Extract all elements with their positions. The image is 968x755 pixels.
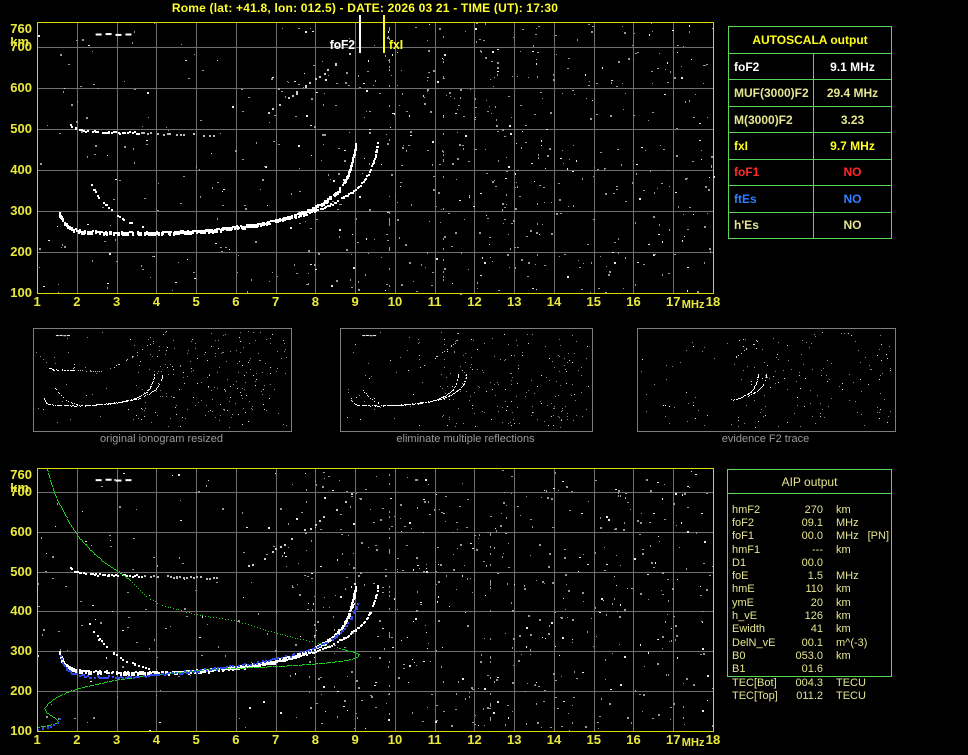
aip-row-fof1: foF100.0MHz[PN] bbox=[732, 530, 907, 543]
aip-val: 00.1 bbox=[790, 637, 823, 649]
aip-pn: [PN] bbox=[859, 530, 889, 542]
aip-unit: MHz bbox=[823, 530, 859, 542]
autoscala-param-value: NO bbox=[813, 213, 891, 238]
aip-val: 110 bbox=[790, 583, 823, 595]
aip-unit: MHz bbox=[823, 570, 859, 582]
aip-unit: MHz bbox=[823, 517, 859, 529]
aip-row-foe: foE1.5MHz bbox=[732, 569, 907, 582]
aip-val: 41 bbox=[790, 623, 823, 635]
aip-row-delnve: DelN_vE00.1m^(-3) bbox=[732, 636, 907, 649]
aip-val: 09.1 bbox=[790, 517, 823, 529]
aip-val: 01.6 bbox=[790, 663, 823, 675]
autoscala-param-label: M(3000)F2 bbox=[729, 107, 813, 132]
aip-unit: km bbox=[823, 544, 851, 556]
thumbnail-evidence-canvas bbox=[638, 329, 893, 429]
thumbnail-eliminate-canvas bbox=[341, 329, 590, 429]
autoscala-row-fxi: fxI9.7 MHz bbox=[729, 133, 891, 159]
aip-unit: km bbox=[823, 583, 851, 595]
autoscala-row-fof2: foF29.1 MHz bbox=[729, 54, 891, 80]
autoscala-output-table: AUTOSCALA output foF29.1 MHzMUF(3000)F22… bbox=[728, 26, 892, 239]
aip-row-hve: h_vE126km bbox=[732, 609, 907, 622]
autoscala-row-muf3000f2: MUF(3000)F229.4 MHz bbox=[729, 80, 891, 106]
aip-label: hmF1 bbox=[732, 544, 790, 556]
thumbnail-eliminate-reflections bbox=[340, 328, 593, 432]
autoscala-param-value: 9.7 MHz bbox=[813, 133, 891, 158]
aip-val: 20 bbox=[790, 597, 823, 609]
aip-unit: km bbox=[823, 597, 851, 609]
thumbnail-caption-original: original ionogram resized bbox=[33, 433, 290, 445]
aip-label: ymE bbox=[732, 597, 790, 609]
aip-label: h_vE bbox=[732, 610, 790, 622]
aip-label: hmF2 bbox=[732, 504, 790, 516]
aip-val: 1.5 bbox=[790, 570, 823, 582]
aip-label: Ewidth bbox=[732, 623, 790, 635]
autoscala-row-m3000f2: M(3000)F23.23 bbox=[729, 107, 891, 133]
autoscala-param-value: 29.4 MHz bbox=[813, 80, 891, 105]
aip-label: DelN_vE bbox=[732, 637, 790, 649]
aip-label: B0 bbox=[732, 650, 790, 662]
autoscala-param-value: NO bbox=[813, 186, 891, 211]
aip-unit: TECU bbox=[823, 677, 866, 689]
aip-label: TEC[Top] bbox=[732, 690, 790, 702]
autoscala-param-value: 9.1 MHz bbox=[813, 54, 891, 79]
aip-row-yme: ymE20km bbox=[732, 596, 907, 609]
aip-label: foE bbox=[732, 570, 790, 582]
aip-unit: TECU bbox=[823, 690, 866, 702]
autoscala-row-fof1: foF1NO bbox=[729, 160, 891, 186]
aip-unit: km bbox=[823, 623, 851, 635]
autoscala-param-label: foF1 bbox=[729, 160, 813, 185]
thumbnail-original-ionogram bbox=[33, 328, 292, 432]
autoscala-row-ftes: ftEsNO bbox=[729, 186, 891, 212]
aip-unit: km bbox=[823, 504, 851, 516]
aip-header-divider bbox=[727, 493, 892, 494]
aip-label: foF1 bbox=[732, 530, 790, 542]
autoscala-param-value: 3.23 bbox=[813, 107, 891, 132]
thumbnail-original-canvas bbox=[34, 329, 289, 429]
bottom-ionogram-plot bbox=[0, 455, 730, 755]
aip-val: --- bbox=[790, 544, 823, 556]
aip-row-hme: hmE110km bbox=[732, 583, 907, 596]
aip-val: 00.0 bbox=[790, 530, 823, 542]
thumbnail-caption-evidence: evidence F2 trace bbox=[637, 433, 894, 445]
top-ionogram-plot bbox=[0, 14, 730, 324]
autoscala-param-label: h'Es bbox=[729, 213, 813, 238]
autoscala-table-header: AUTOSCALA output bbox=[729, 27, 891, 54]
autoscala-param-label: MUF(3000)F2 bbox=[729, 80, 813, 105]
aip-row-tecbot: TEC[Bot]004.3TECU bbox=[732, 676, 907, 689]
autoscala-param-label: foF2 bbox=[729, 54, 813, 79]
aip-val: 126 bbox=[790, 610, 823, 622]
aip-label: D1 bbox=[732, 557, 790, 569]
aip-table-header: AIP output bbox=[727, 475, 892, 489]
aip-val: 270 bbox=[790, 504, 823, 516]
autoscala-app-window: Rome (lat: +41.8, lon: 012.5) - DATE: 20… bbox=[0, 0, 968, 755]
autoscala-row-hes: h'EsNO bbox=[729, 213, 891, 238]
aip-table-rows: hmF2270kmfoF209.1MHzfoF100.0MHz[PN]hmF1-… bbox=[732, 503, 907, 702]
aip-label: TEC[Bot] bbox=[732, 677, 790, 689]
thumbnail-evidence-f2 bbox=[637, 328, 896, 432]
autoscala-param-label: fxI bbox=[729, 133, 813, 158]
aip-row-b1: B101.6 bbox=[732, 663, 907, 676]
thumbnail-caption-eliminate: eliminate multiple reflections bbox=[340, 433, 591, 445]
aip-row-d1: D100.0 bbox=[732, 556, 907, 569]
aip-label: hmE bbox=[732, 583, 790, 595]
aip-val: 053.0 bbox=[790, 650, 823, 662]
aip-val: 00.0 bbox=[790, 557, 823, 569]
aip-row-tectop: TEC[Top]011.2TECU bbox=[732, 689, 907, 702]
aip-unit: km bbox=[823, 610, 851, 622]
aip-label: foF2 bbox=[732, 517, 790, 529]
aip-unit: m^(-3) bbox=[823, 637, 867, 649]
aip-val: 004.3 bbox=[790, 677, 823, 689]
aip-row-fof2: foF209.1MHz bbox=[732, 516, 907, 529]
aip-row-hmf2: hmF2270km bbox=[732, 503, 907, 516]
autoscala-param-label: ftEs bbox=[729, 186, 813, 211]
aip-unit: km bbox=[823, 650, 851, 662]
aip-row-hmf1: hmF1---km bbox=[732, 543, 907, 556]
aip-row-b0: B0053.0km bbox=[732, 649, 907, 662]
autoscala-param-value: NO bbox=[813, 160, 891, 185]
page-title: Rome (lat: +41.8, lon: 012.5) - DATE: 20… bbox=[0, 1, 730, 15]
aip-val: 011.2 bbox=[790, 690, 823, 702]
aip-label: B1 bbox=[732, 663, 790, 675]
aip-row-ewidth: Ewidth41km bbox=[732, 623, 907, 636]
